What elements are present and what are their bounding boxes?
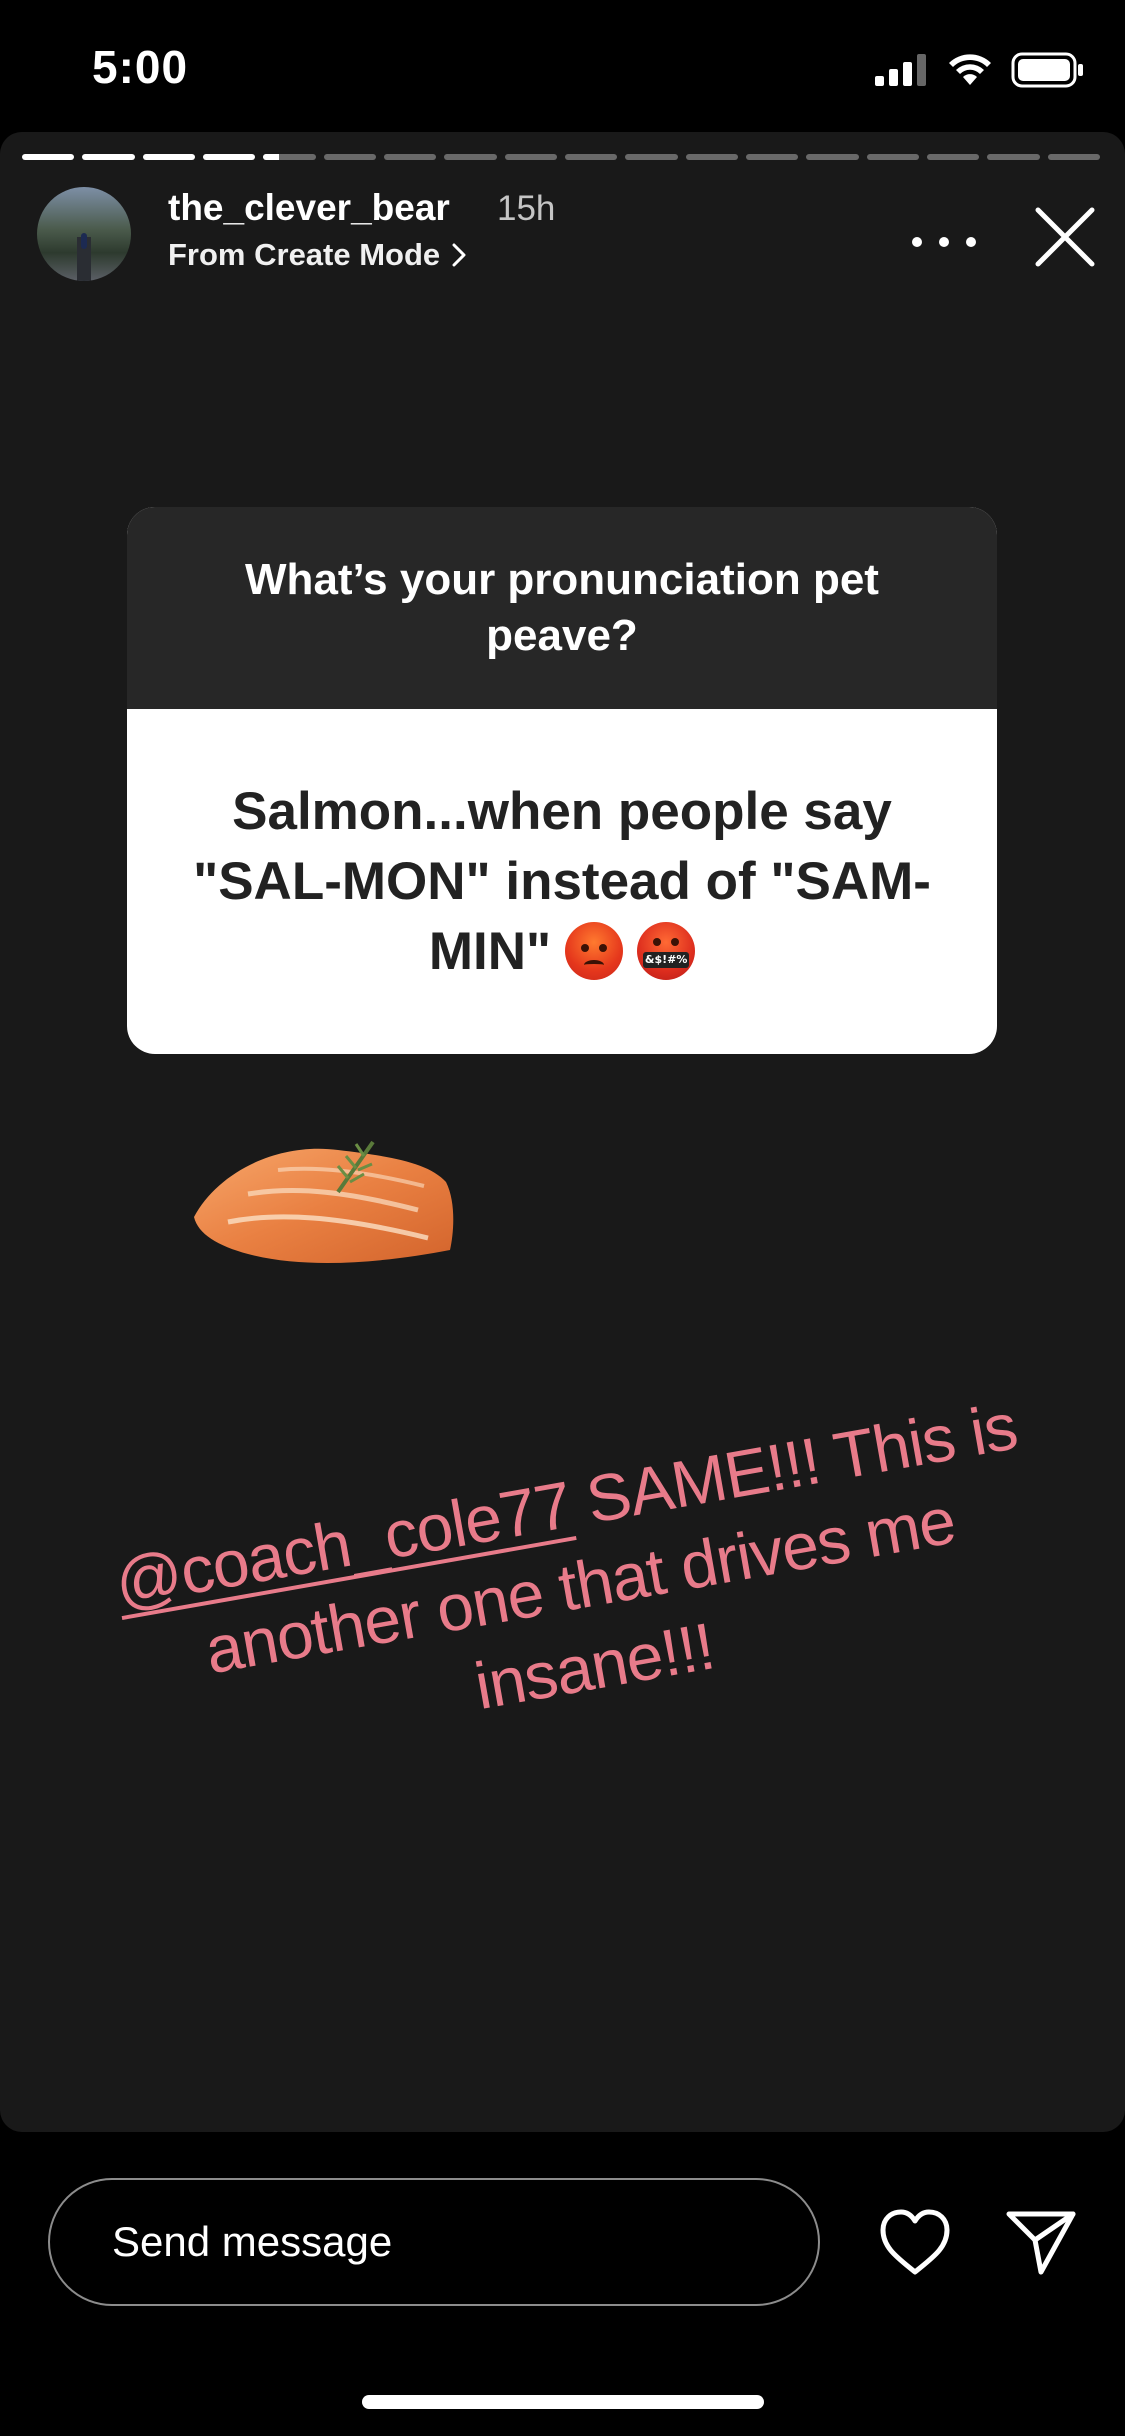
story-progress-segment: [625, 154, 678, 160]
battery-icon: [1011, 52, 1083, 88]
create-mode-label: From Create Mode: [168, 237, 441, 272]
more-dot-icon: [939, 237, 949, 247]
wifi-icon: [949, 54, 991, 85]
more-dot-icon: [912, 237, 922, 247]
story-progress-segment: [82, 154, 135, 160]
create-mode-link[interactable]: From Create Mode: [168, 237, 466, 273]
story-progress-segment: [323, 154, 376, 160]
close-icon[interactable]: [1030, 202, 1100, 272]
more-options-button[interactable]: [912, 212, 976, 272]
send-direct-icon[interactable]: [1005, 2206, 1077, 2278]
reply-text: @coach_cole77 SAME!!! This is another on…: [96, 1382, 1064, 1787]
story-progress-segment: [685, 154, 738, 160]
avatar[interactable]: [37, 187, 131, 281]
username[interactable]: the_clever_bear: [168, 187, 450, 229]
story-progress-segment: [987, 154, 1040, 160]
story-progress-segment: [263, 154, 316, 160]
story-time-ago: 15h: [497, 189, 556, 228]
question-sticker[interactable]: What’s your pronunciation pet peave? Sal…: [127, 507, 997, 1054]
heart-icon[interactable]: [878, 2208, 952, 2278]
home-indicator[interactable]: [362, 2395, 764, 2409]
avatar-figure: [81, 233, 87, 249]
question-answer-area: Salmon...when people say "SAL-MON" inste…: [127, 709, 997, 1054]
instagram-story-screen: 5:00 the_clever_bear 15h From Create Mod…: [0, 0, 1125, 2436]
story-viewer[interactable]: the_clever_bear 15h From Create Mode Wha…: [0, 132, 1125, 2132]
status-icons: [875, 50, 1085, 90]
answer-text: Salmon...when people say "SAL-MON" inste…: [193, 781, 931, 981]
story-progress-segment: [866, 154, 919, 160]
status-time: 5:00: [92, 41, 189, 93]
salmon-sticker: [194, 1140, 454, 1263]
story-progress-segment: [926, 154, 980, 160]
story-progress-segment: [504, 154, 557, 160]
cursing-face-icon: &$!#%: [637, 921, 696, 980]
story-progress-segment: [564, 154, 618, 160]
story-progress-bar: [22, 154, 1100, 160]
chevron-right-icon: [452, 243, 466, 267]
story-progress-segment: [202, 154, 256, 160]
story-progress-segment: [383, 154, 437, 160]
cellular-signal-icon: [875, 54, 926, 86]
story-progress-segment: [806, 154, 859, 160]
story-progress-segment: [444, 154, 497, 160]
cursing-symbols: &$!#%: [643, 951, 690, 968]
question-text: What’s your pronunciation pet peave?: [245, 555, 879, 660]
story-progress-segment: [142, 154, 195, 160]
story-progress-segment: [745, 154, 799, 160]
answer-text-block: Salmon...when people say "SAL-MON" inste…: [182, 777, 942, 987]
status-bar: 5:00: [0, 0, 1125, 132]
more-dot-icon: [966, 237, 976, 247]
story-progress-segment: [22, 154, 75, 160]
question-header: What’s your pronunciation pet peave?: [127, 507, 997, 709]
angry-face-icon: [565, 921, 624, 980]
send-message-input[interactable]: [48, 2178, 820, 2306]
story-progress-segment: [1047, 154, 1100, 160]
